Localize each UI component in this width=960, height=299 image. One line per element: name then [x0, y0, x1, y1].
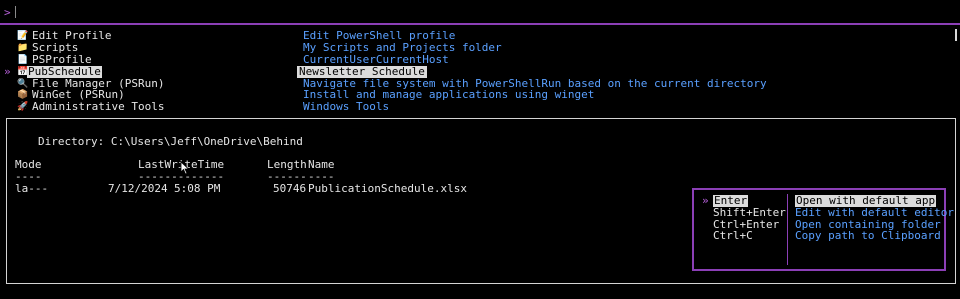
entry-item[interactable]: 🚀 Administrative Tools Windows Tools [0, 101, 940, 113]
entry-name: Administrative Tools [32, 100, 165, 113]
mouse-pointer-icon [180, 161, 190, 175]
folder-icon: 📁 [17, 43, 29, 53]
action-label: Copy path to Clipboard [795, 229, 941, 242]
action-menu-divider [787, 194, 788, 265]
memo-icon: 📝 [17, 31, 29, 41]
file-length: 50746 [273, 182, 307, 195]
page-icon: 📄 [17, 55, 29, 65]
file-name: PublicationSchedule.xlsx [308, 182, 467, 195]
package-icon: 📦 [17, 90, 29, 100]
magnifier-icon: 🔍 [17, 79, 29, 89]
entry-item[interactable]: 📁 Scripts My Scripts and Projects folder [0, 42, 940, 54]
entry-description: Windows Tools [303, 100, 390, 113]
rocket-icon: 🚀 [17, 102, 29, 112]
prompt-symbol: > [4, 6, 11, 19]
file-date: 7/12/2024 [108, 182, 168, 195]
search-input[interactable] [15, 6, 16, 18]
entry-item[interactable]: 📄 PSProfile CurrentUserCurrentHost [0, 54, 940, 66]
file-time: 5:08 PM [174, 182, 221, 195]
scrollbar-thumb[interactable] [955, 29, 957, 41]
directory-label: Directory: C:\Users\Jeff\OneDrive\Behind [38, 135, 303, 148]
action-selection-marker: » [702, 194, 709, 207]
prompt-divider [0, 23, 960, 25]
action-key: Ctrl+C [713, 229, 753, 242]
selection-marker: » [4, 65, 11, 78]
action-menu: » Enter Open with default app Shift+Enter Ed… [692, 188, 954, 271]
file-mode: la--- [15, 182, 49, 195]
calendar-icon: 📅 [17, 67, 29, 77]
